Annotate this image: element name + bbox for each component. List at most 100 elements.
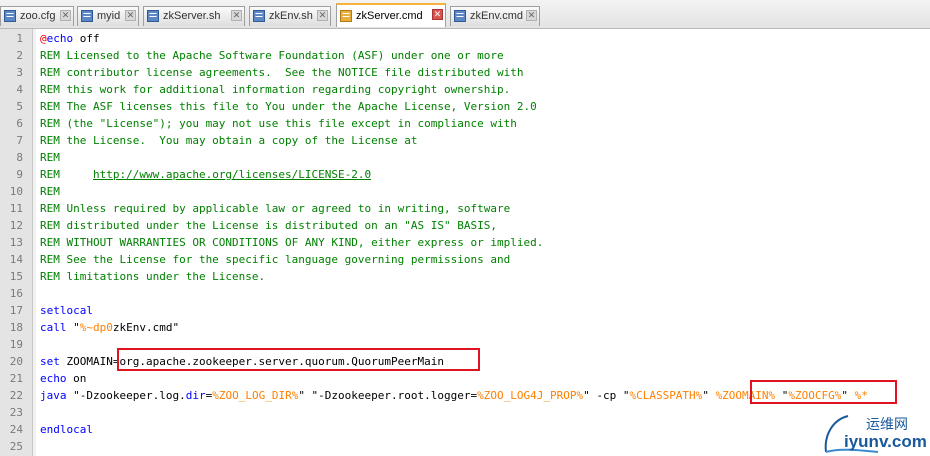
code-text: java "-Dzookeeper.log.dir=%ZOO_LOG_DIR%"… bbox=[40, 387, 868, 404]
code-line: 15 REM limitations under the License. bbox=[0, 268, 930, 285]
code-line: 21 echo on bbox=[0, 370, 930, 387]
code-token[interactable]: http://www.apache.org/licenses/LICENSE-2… bbox=[93, 168, 371, 181]
line-number: 5 bbox=[16, 100, 23, 113]
code-token: REM The ASF licenses this file to You un… bbox=[40, 100, 537, 113]
tab-label: zoo.cfg bbox=[20, 10, 56, 22]
code-text: REM (the "License"); you may not use thi… bbox=[40, 115, 517, 132]
code-editor[interactable]: 1 @echo off 2 REM Licensed to the Apache So… bbox=[0, 29, 930, 456]
tab-zoo-cfg[interactable]: zoo.cfg ✕ bbox=[0, 6, 74, 26]
line-number: 22 bbox=[9, 389, 23, 402]
code-token: REM contributor license agreements. See … bbox=[40, 66, 524, 79]
close-icon[interactable]: ✕ bbox=[317, 10, 328, 21]
file-icon bbox=[147, 10, 159, 22]
code-line: 23 bbox=[0, 404, 930, 421]
code-token: %* bbox=[854, 389, 868, 402]
code-token: call bbox=[40, 321, 67, 334]
code-token: REM See the License for the specific lan… bbox=[40, 253, 511, 266]
tab-zkenv-cmd[interactable]: zkEnv.cmd ✕ bbox=[450, 6, 540, 26]
code-line: 10 REM bbox=[0, 183, 930, 200]
code-token: endlocal bbox=[40, 423, 93, 436]
tab-label: zkServer.cmd bbox=[356, 10, 423, 22]
line-number: 15 bbox=[9, 270, 23, 283]
code-text: call "%~dp0zkEnv.cmd" bbox=[40, 319, 179, 336]
watermark-en: iyunv.com bbox=[844, 432, 927, 451]
tab-label: myid bbox=[97, 10, 121, 22]
file-icon bbox=[4, 10, 16, 22]
line-number: 20 bbox=[9, 355, 23, 368]
close-icon[interactable]: ✕ bbox=[526, 10, 537, 21]
code-token: ZOOMAIN=org.apache.zookeeper.server.quor… bbox=[59, 355, 444, 368]
code-text: setlocal bbox=[40, 302, 93, 319]
line-number: 4 bbox=[16, 83, 23, 96]
code-text: endlocal bbox=[40, 421, 93, 438]
code-token: REM Unless required by applicable law or… bbox=[40, 202, 511, 215]
code-line: 24 endlocal bbox=[0, 421, 930, 438]
watermark-logo: 运维网 iyunv.com bbox=[818, 408, 930, 456]
code-line: 5 REM The ASF licenses this file to You u… bbox=[0, 98, 930, 115]
line-number: 7 bbox=[16, 134, 23, 147]
close-icon[interactable]: ✕ bbox=[231, 10, 242, 21]
tab-zkenv-sh[interactable]: zkEnv.sh ✕ bbox=[249, 6, 331, 26]
code-text: REM distributed under the License is dis… bbox=[40, 217, 497, 234]
line-number: 16 bbox=[9, 287, 23, 300]
code-line: 20 set ZOOMAIN=org.apache.zookeeper.serve… bbox=[0, 353, 930, 370]
code-token: REM bbox=[40, 185, 60, 198]
code-text: REM Unless required by applicable law or… bbox=[40, 200, 510, 217]
tab-label: zkEnv.sh bbox=[269, 10, 313, 22]
code-token: REM bbox=[40, 168, 93, 181]
code-token: %ZOO_LOG_DIR% bbox=[212, 389, 299, 402]
code-token: %ZOO_LOG4J_PROP% bbox=[477, 389, 584, 402]
code-line: 12 REM distributed under the License is d… bbox=[0, 217, 930, 234]
line-number: 14 bbox=[9, 253, 23, 266]
code-token: dir bbox=[185, 389, 206, 402]
code-token: echo bbox=[46, 32, 74, 45]
code-line: 8 REM bbox=[0, 149, 930, 166]
line-number: 23 bbox=[9, 406, 23, 419]
tab-myid[interactable]: myid ✕ bbox=[77, 6, 139, 26]
line-number: 21 bbox=[9, 372, 23, 385]
close-icon[interactable]: ✕ bbox=[432, 9, 443, 20]
code-token: echo bbox=[40, 372, 67, 385]
code-line: 3 REM contributor license agreements. See… bbox=[0, 64, 930, 81]
code-token: setlocal bbox=[40, 304, 93, 317]
code-text: REM See the License for the specific lan… bbox=[40, 251, 510, 268]
code-line: 11 REM Unless required by applicable law … bbox=[0, 200, 930, 217]
tab-label: zkEnv.cmd bbox=[470, 10, 523, 22]
file-icon bbox=[253, 10, 265, 22]
file-icon bbox=[340, 10, 352, 22]
code-token: @ bbox=[40, 32, 47, 45]
tab-zkserver-sh[interactable]: zkServer.sh ✕ bbox=[143, 6, 245, 26]
line-number: 3 bbox=[16, 66, 23, 79]
code-text: set ZOOMAIN=org.apache.zookeeper.server.… bbox=[40, 353, 444, 370]
line-number: 25 bbox=[9, 440, 23, 453]
code-text: REM limitations under the License. bbox=[40, 268, 265, 285]
code-token: REM Licensed to the Apache Software Foun… bbox=[40, 49, 504, 62]
code-text: REM Licensed to the Apache Software Foun… bbox=[40, 47, 504, 64]
code-line: 17 setlocal bbox=[0, 302, 930, 319]
code-text: echo on bbox=[40, 370, 86, 387]
code-token: %~dp0 bbox=[79, 321, 113, 334]
tab-bar: zoo.cfg ✕ myid ✕ zkServer.sh ✕ zkEnv.sh … bbox=[0, 0, 930, 29]
code-token: " bbox=[66, 321, 80, 334]
code-line: 9 REM http://www.apache.org/licenses/LICE… bbox=[0, 166, 930, 183]
tab-label: zkServer.sh bbox=[163, 10, 221, 22]
code-line: 6 REM (the "License"); you may not use th… bbox=[0, 115, 930, 132]
code-token: " bbox=[775, 389, 789, 402]
close-icon[interactable]: ✕ bbox=[125, 10, 136, 21]
code-text: REM the License. You may obtain a copy o… bbox=[40, 132, 418, 149]
code-token: " "-Dzookeeper.root.logger= bbox=[298, 389, 478, 402]
close-icon[interactable]: ✕ bbox=[60, 10, 71, 21]
code-line: 16 bbox=[0, 285, 930, 302]
code-token: REM (the "License"); you may not use thi… bbox=[40, 117, 517, 130]
code-line: 22 java "-Dzookeeper.log.dir=%ZOO_LOG_DIR… bbox=[0, 387, 930, 404]
code-line: 7 REM the License. You may obtain a copy … bbox=[0, 132, 930, 149]
code-token: REM bbox=[40, 151, 60, 164]
line-number: 11 bbox=[9, 202, 23, 215]
line-number: 1 bbox=[16, 32, 23, 45]
line-number: 10 bbox=[9, 185, 23, 198]
line-number: 12 bbox=[9, 219, 23, 232]
code-line: 4 REM this work for additional informatio… bbox=[0, 81, 930, 98]
code-token: off bbox=[73, 32, 100, 45]
line-number: 19 bbox=[9, 338, 23, 351]
tab-zkserver-cmd[interactable]: zkServer.cmd ✕ bbox=[336, 3, 446, 27]
